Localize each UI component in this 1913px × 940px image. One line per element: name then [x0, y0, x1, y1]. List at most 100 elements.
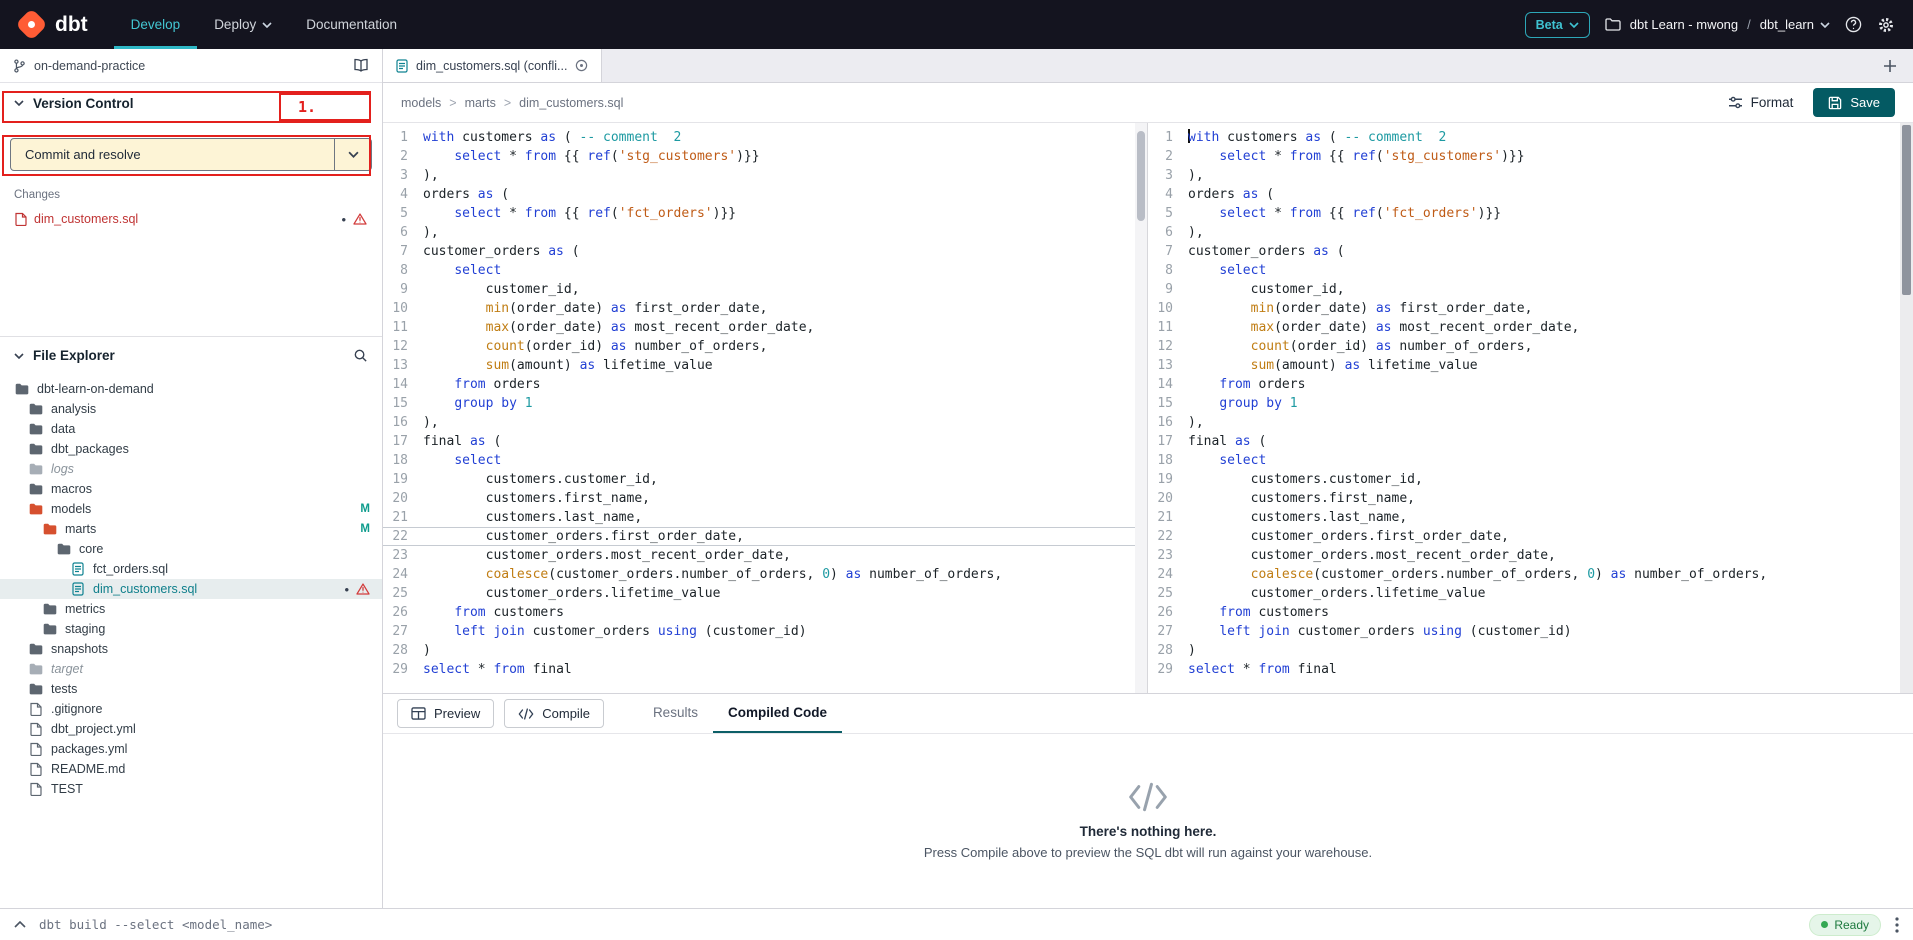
code-line[interactable]: 28) — [1148, 641, 1900, 660]
command-input[interactable]: dbt build --select <model_name> — [39, 917, 272, 932]
code-line[interactable]: 10 min(order_date) as first_order_date, — [383, 299, 1135, 318]
changed-file-row[interactable]: dim_customers.sql• — [6, 209, 376, 229]
compile-button[interactable]: Compile — [504, 699, 604, 728]
code-line[interactable]: 3), — [383, 166, 1135, 185]
code-line[interactable]: 18 select — [383, 451, 1135, 470]
tree-item-target[interactable]: target — [0, 659, 382, 679]
code-line[interactable]: 4orders as ( — [1148, 185, 1900, 204]
format-button[interactable]: Format — [1728, 95, 1794, 110]
expand-command-bar-button[interactable] — [14, 921, 26, 928]
code-line[interactable]: 19 customers.customer_id, — [383, 470, 1135, 489]
branch-row[interactable]: on-demand-practice — [0, 49, 382, 83]
tree-item-.gitignore[interactable]: .gitignore — [0, 699, 382, 719]
code-line[interactable]: 22 customer_orders.first_order_date, — [1148, 527, 1900, 546]
file-explorer-header[interactable]: File Explorer — [0, 336, 382, 374]
code-line[interactable]: 25 customer_orders.lifetime_value — [383, 584, 1135, 603]
code-line[interactable]: 6), — [1148, 223, 1900, 242]
tree-item-dbt-learn-on-demand[interactable]: dbt-learn-on-demand — [0, 379, 382, 399]
tree-item-data[interactable]: data — [0, 419, 382, 439]
tree-item-marts[interactable]: martsM — [0, 519, 382, 539]
code-line[interactable]: 11 max(order_date) as most_recent_order_… — [1148, 318, 1900, 337]
code-line[interactable]: 16), — [383, 413, 1135, 432]
tree-item-packages.yml[interactable]: packages.yml — [0, 739, 382, 759]
code-line[interactable]: 6), — [383, 223, 1135, 242]
code-line[interactable]: 20 customers.first_name, — [1148, 489, 1900, 508]
code-line[interactable]: 8 select — [383, 261, 1135, 280]
results-tab-compiled-code[interactable]: Compiled Code — [713, 694, 842, 733]
tree-item-tests[interactable]: tests — [0, 679, 382, 699]
code-line[interactable]: 20 customers.first_name, — [383, 489, 1135, 508]
code-line[interactable]: 29select * from final — [1148, 660, 1900, 679]
editor-tab[interactable]: dim_customers.sql (confli... — [383, 49, 602, 82]
code-line[interactable]: 5 select * from {{ ref('fct_orders')}} — [383, 204, 1135, 223]
code-line[interactable]: 29select * from final — [383, 660, 1135, 679]
code-line[interactable]: 24 coalesce(customer_orders.number_of_or… — [383, 565, 1135, 584]
code-line[interactable]: 12 count(order_id) as number_of_orders, — [383, 337, 1135, 356]
file-search-button[interactable] — [353, 348, 368, 363]
code-line[interactable]: 13 sum(amount) as lifetime_value — [1148, 356, 1900, 375]
editor-pane-left[interactable]: 1with customers as ( -- comment 22 selec… — [383, 123, 1135, 693]
code-line[interactable]: 21 customers.last_name, — [1148, 508, 1900, 527]
code-line[interactable]: 2 select * from {{ ref('stg_customers')}… — [1148, 147, 1900, 166]
code-line[interactable]: 26 from customers — [1148, 603, 1900, 622]
tree-item-core[interactable]: core — [0, 539, 382, 559]
docs-button[interactable] — [353, 58, 369, 73]
help-button[interactable] — [1845, 16, 1862, 33]
code-line[interactable]: 18 select — [1148, 451, 1900, 470]
beta-toggle[interactable]: Beta — [1525, 12, 1590, 38]
code-line[interactable]: 26 from customers — [383, 603, 1135, 622]
tree-item-fct_orders.sql[interactable]: fct_orders.sql — [0, 559, 382, 579]
tree-item-logs[interactable]: logs — [0, 459, 382, 479]
code-line[interactable]: 12 count(order_id) as number_of_orders, — [1148, 337, 1900, 356]
command-menu-button[interactable] — [1895, 917, 1899, 933]
code-line[interactable]: 24 coalesce(customer_orders.number_of_or… — [1148, 565, 1900, 584]
scrollbar-thumb[interactable] — [1902, 125, 1911, 295]
code-line[interactable]: 27 left join customer_orders using (cust… — [1148, 622, 1900, 641]
code-line[interactable]: 23 customer_orders.most_recent_order_dat… — [383, 546, 1135, 565]
code-line[interactable]: 10 min(order_date) as first_order_date, — [1148, 299, 1900, 318]
save-button[interactable]: Save — [1813, 88, 1895, 117]
code-line[interactable]: 1with customers as ( -- comment 2 — [1148, 128, 1900, 147]
tree-item-snapshots[interactable]: snapshots — [0, 639, 382, 659]
code-line[interactable]: 5 select * from {{ ref('fct_orders')}} — [1148, 204, 1900, 223]
code-line[interactable]: 7customer_orders as ( — [1148, 242, 1900, 261]
code-line[interactable]: 9 customer_id, — [383, 280, 1135, 299]
code-line[interactable]: 27 left join customer_orders using (cust… — [383, 622, 1135, 641]
code-line[interactable]: 25 customer_orders.lifetime_value — [1148, 584, 1900, 603]
tree-item-README.md[interactable]: README.md — [0, 759, 382, 779]
code-line[interactable]: 28) — [383, 641, 1135, 660]
code-line[interactable]: 9 customer_id, — [1148, 280, 1900, 299]
code-line[interactable]: 3), — [1148, 166, 1900, 185]
tree-item-staging[interactable]: staging — [0, 619, 382, 639]
tree-item-TEST[interactable]: TEST — [0, 779, 382, 799]
code-line[interactable]: 23 customer_orders.most_recent_order_dat… — [1148, 546, 1900, 565]
tree-item-dbt_packages[interactable]: dbt_packages — [0, 439, 382, 459]
project-selector[interactable]: dbt_learn — [1760, 17, 1830, 32]
code-line[interactable]: 4orders as ( — [383, 185, 1135, 204]
settings-button[interactable] — [1877, 16, 1895, 34]
code-line[interactable]: 21 customers.last_name, — [383, 508, 1135, 527]
tree-item-metrics[interactable]: metrics — [0, 599, 382, 619]
code-line[interactable]: 17final as ( — [383, 432, 1135, 451]
tree-item-macros[interactable]: macros — [0, 479, 382, 499]
tree-item-analysis[interactable]: analysis — [0, 399, 382, 419]
tree-item-dim_customers.sql[interactable]: dim_customers.sql• — [0, 579, 382, 599]
nav-item-develop[interactable]: Develop — [114, 0, 198, 49]
commit-dropdown-toggle[interactable] — [334, 139, 371, 170]
code-line[interactable]: 19 customers.customer_id, — [1148, 470, 1900, 489]
scrollbar-thumb[interactable] — [1137, 131, 1145, 221]
code-line[interactable]: 2 select * from {{ ref('stg_customers')}… — [383, 147, 1135, 166]
nav-item-deploy[interactable]: Deploy — [197, 0, 289, 49]
editor-pane-right[interactable]: 1with customers as ( -- comment 22 selec… — [1148, 123, 1900, 693]
code-line[interactable]: 8 select — [1148, 261, 1900, 280]
code-line[interactable]: 13 sum(amount) as lifetime_value — [383, 356, 1135, 375]
code-line[interactable]: 22 customer_orders.first_order_date, — [383, 527, 1135, 546]
code-line[interactable]: 14 from orders — [383, 375, 1135, 394]
nav-item-documentation[interactable]: Documentation — [289, 0, 414, 49]
version-control-header[interactable]: Version Control — [0, 83, 382, 123]
code-line[interactable]: 14 from orders — [1148, 375, 1900, 394]
tree-item-dbt_project.yml[interactable]: dbt_project.yml — [0, 719, 382, 739]
results-tab-results[interactable]: Results — [638, 694, 713, 733]
code-line[interactable]: 7customer_orders as ( — [383, 242, 1135, 261]
window-scrollbar[interactable] — [1900, 123, 1913, 693]
